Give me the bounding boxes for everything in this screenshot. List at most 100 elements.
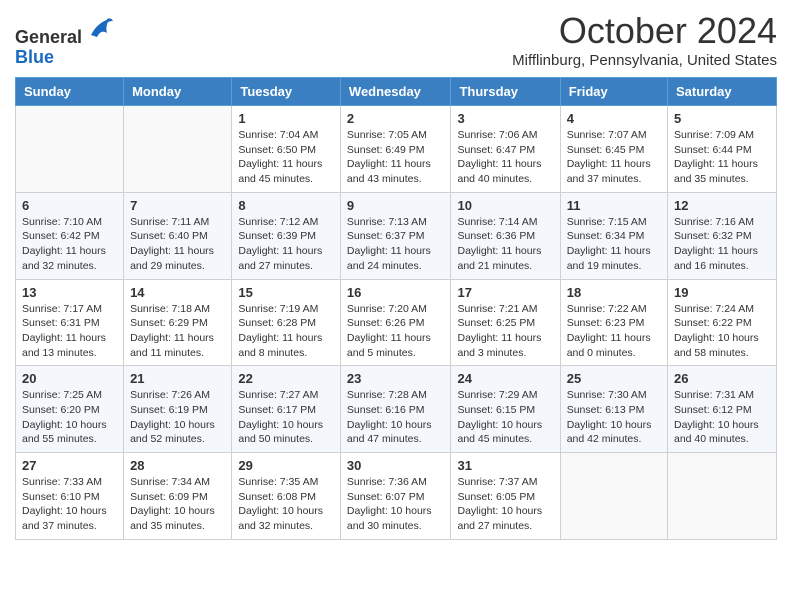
day-number: 14 <box>130 285 225 300</box>
daylight-text: Daylight: 10 hours and 30 minutes. <box>347 505 432 532</box>
day-info: Sunrise: 7:29 AMSunset: 6:15 PMDaylight:… <box>457 388 553 447</box>
sunrise-text: Sunrise: 7:15 AM <box>567 216 647 228</box>
daylight-text: Daylight: 10 hours and 32 minutes. <box>238 505 323 532</box>
sunset-text: Sunset: 6:13 PM <box>567 404 645 416</box>
page: General Blue October 2024 Mifflinburg, P… <box>0 0 792 555</box>
calendar-cell: 19Sunrise: 7:24 AMSunset: 6:22 PMDayligh… <box>668 279 777 366</box>
daylight-text: Daylight: 11 hours and 11 minutes. <box>130 332 214 359</box>
logo-text: General Blue <box>15 15 113 68</box>
daylight-text: Daylight: 11 hours and 5 minutes. <box>347 332 431 359</box>
calendar-week-row: 13Sunrise: 7:17 AMSunset: 6:31 PMDayligh… <box>16 279 777 366</box>
calendar-cell: 14Sunrise: 7:18 AMSunset: 6:29 PMDayligh… <box>124 279 232 366</box>
calendar-cell: 24Sunrise: 7:29 AMSunset: 6:15 PMDayligh… <box>451 366 560 453</box>
sunrise-text: Sunrise: 7:24 AM <box>674 303 754 315</box>
sunrise-text: Sunrise: 7:30 AM <box>567 389 647 401</box>
calendar-cell: 23Sunrise: 7:28 AMSunset: 6:16 PMDayligh… <box>340 366 451 453</box>
sunset-text: Sunset: 6:15 PM <box>457 404 535 416</box>
header-row: Sunday Monday Tuesday Wednesday Thursday… <box>16 78 777 106</box>
sunset-text: Sunset: 6:47 PM <box>457 144 535 156</box>
calendar-cell: 22Sunrise: 7:27 AMSunset: 6:17 PMDayligh… <box>232 366 341 453</box>
header: General Blue October 2024 Mifflinburg, P… <box>15 10 777 69</box>
daylight-text: Daylight: 11 hours and 19 minutes. <box>567 245 651 272</box>
calendar-cell: 7Sunrise: 7:11 AMSunset: 6:40 PMDaylight… <box>124 192 232 279</box>
daylight-text: Daylight: 10 hours and 47 minutes. <box>347 419 432 446</box>
day-number: 21 <box>130 371 225 386</box>
sunrise-text: Sunrise: 7:31 AM <box>674 389 754 401</box>
header-sunday: Sunday <box>16 78 124 106</box>
daylight-text: Daylight: 10 hours and 50 minutes. <box>238 419 323 446</box>
calendar-cell: 9Sunrise: 7:13 AMSunset: 6:37 PMDaylight… <box>340 192 451 279</box>
calendar-cell: 15Sunrise: 7:19 AMSunset: 6:28 PMDayligh… <box>232 279 341 366</box>
day-number: 18 <box>567 285 661 300</box>
daylight-text: Daylight: 11 hours and 35 minutes. <box>674 158 758 185</box>
sunset-text: Sunset: 6:25 PM <box>457 317 535 329</box>
sunset-text: Sunset: 6:36 PM <box>457 230 535 242</box>
day-number: 8 <box>238 198 334 213</box>
daylight-text: Daylight: 11 hours and 32 minutes. <box>22 245 106 272</box>
calendar-cell: 1Sunrise: 7:04 AMSunset: 6:50 PMDaylight… <box>232 106 341 193</box>
day-info: Sunrise: 7:33 AMSunset: 6:10 PMDaylight:… <box>22 475 117 534</box>
logo-blue: Blue <box>15 47 54 67</box>
day-info: Sunrise: 7:25 AMSunset: 6:20 PMDaylight:… <box>22 388 117 447</box>
sunrise-text: Sunrise: 7:29 AM <box>457 389 537 401</box>
sunset-text: Sunset: 6:17 PM <box>238 404 316 416</box>
title-section: October 2024 Mifflinburg, Pennsylvania, … <box>512 10 777 69</box>
calendar-cell <box>560 453 667 540</box>
day-number: 7 <box>130 198 225 213</box>
day-number: 26 <box>674 371 770 386</box>
daylight-text: Daylight: 11 hours and 29 minutes. <box>130 245 214 272</box>
sunset-text: Sunset: 6:22 PM <box>674 317 752 329</box>
day-number: 23 <box>347 371 445 386</box>
calendar-cell <box>16 106 124 193</box>
sunrise-text: Sunrise: 7:27 AM <box>238 389 318 401</box>
day-info: Sunrise: 7:21 AM Sunset: 6:25 PM Daylight:… <box>457 302 553 361</box>
calendar-header: Sunday Monday Tuesday Wednesday Thursday… <box>16 78 777 106</box>
calendar-cell <box>124 106 232 193</box>
day-number: 27 <box>22 458 117 473</box>
calendar-cell: 2Sunrise: 7:05 AMSunset: 6:49 PMDaylight… <box>340 106 451 193</box>
sunrise-text: Sunrise: 7:28 AM <box>347 389 427 401</box>
day-info: Sunrise: 7:15 AM Sunset: 6:34 PM Daylight:… <box>567 215 661 274</box>
day-number: 17 <box>457 285 553 300</box>
calendar-cell: 31Sunrise: 7:37 AMSunset: 6:05 PMDayligh… <box>451 453 560 540</box>
daylight-text: Daylight: 11 hours and 13 minutes. <box>22 332 106 359</box>
day-info: Sunrise: 7:16 AMSunset: 6:32 PMDaylight:… <box>674 215 770 274</box>
day-number: 29 <box>238 458 334 473</box>
calendar-cell: 18 Sunrise: 7:22 AMSunset: 6:23 PMDayligh… <box>560 279 667 366</box>
daylight-text: Daylight: 10 hours and 52 minutes. <box>130 419 215 446</box>
calendar-cell: 11Sunrise: 7:15 AMSunset: 6:34 PMDayligh… <box>560 192 667 279</box>
day-number: 20 <box>22 371 117 386</box>
day-number: 16 <box>347 285 445 300</box>
sunset-text: Sunset: 6:34 PM <box>567 230 645 242</box>
sunset-text: Sunset: 6:07 PM <box>347 491 425 503</box>
calendar-cell: 29Sunrise: 7:35 AMSunset: 6:08 PMDayligh… <box>232 453 341 540</box>
sunrise-text: Sunrise: 7:34 AM <box>130 476 210 488</box>
sunset-text: Sunset: 6:40 PM <box>130 230 208 242</box>
daylight-text: Daylight: 10 hours and 37 minutes. <box>22 505 107 532</box>
sunrise-text: Sunrise: 7:07 AM <box>567 129 647 141</box>
daylight-text: Daylight: 11 hours and 24 minutes. <box>347 245 431 272</box>
calendar-week-row: 27 Sunrise: 7:33 AMSunset: 6:10 PMDayligh… <box>16 453 777 540</box>
calendar-cell: 12Sunrise: 7:16 AMSunset: 6:32 PMDayligh… <box>668 192 777 279</box>
sunset-text: Sunset: 6:28 PM <box>238 317 316 329</box>
sunset-text: Sunset: 6:10 PM <box>22 491 100 503</box>
day-info: Sunrise: 7:07 AMSunset: 6:45 PMDaylight:… <box>567 128 661 187</box>
calendar-cell: 21Sunrise: 7:26 AMSunset: 6:19 PMDayligh… <box>124 366 232 453</box>
day-info: Sunrise: 7:34 AMSunset: 6:09 PMDaylight:… <box>130 475 225 534</box>
sunrise-text: Sunrise: 7:19 AM <box>238 303 318 315</box>
header-tuesday: Tuesday <box>232 78 341 106</box>
sunrise-text: Sunrise: 7:21 AM <box>457 303 537 315</box>
sunset-text: Sunset: 6:44 PM <box>674 144 752 156</box>
calendar-cell: 10Sunrise: 7:14 AMSunset: 6:36 PMDayligh… <box>451 192 560 279</box>
day-info: Sunrise: 7:22 AMSunset: 6:23 PMDaylight:… <box>567 302 661 361</box>
calendar-cell: 26Sunrise: 7:31 AMSunset: 6:12 PMDayligh… <box>668 366 777 453</box>
sunset-text: Sunset: 6:45 PM <box>567 144 645 156</box>
sunset-text: Sunset: 6:20 PM <box>22 404 100 416</box>
header-saturday: Saturday <box>668 78 777 106</box>
day-info: Sunrise: 7:27 AM Sunset: 6:17 PM Daylight:… <box>238 388 334 447</box>
sunrise-text: Sunrise: 7:16 AM <box>674 216 754 228</box>
calendar-cell: 27 Sunrise: 7:33 AMSunset: 6:10 PMDayligh… <box>16 453 124 540</box>
sunset-text: Sunset: 6:49 PM <box>347 144 425 156</box>
sunrise-text: Sunrise: 7:26 AM <box>130 389 210 401</box>
daylight-text: Daylight: 11 hours and 3 minutes. <box>457 332 541 359</box>
